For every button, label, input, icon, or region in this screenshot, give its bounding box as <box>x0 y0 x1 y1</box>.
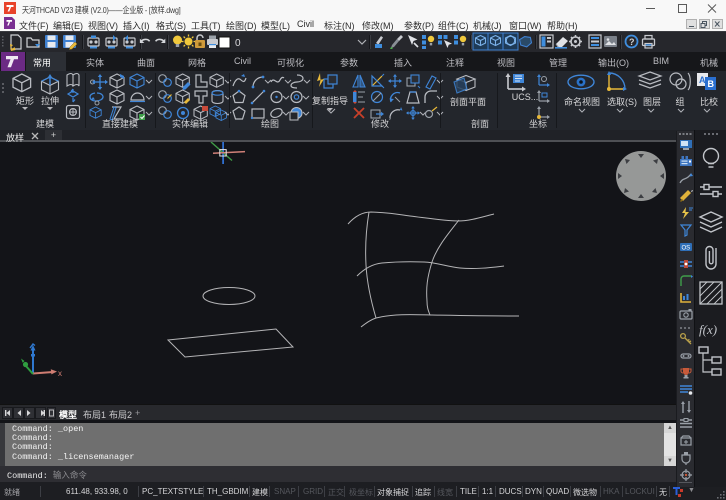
svg-text:OS: OS <box>682 246 691 252</box>
svg-text:x: x <box>58 369 62 378</box>
svg-text:A: A <box>699 75 706 85</box>
svg-text:?: ? <box>629 37 635 47</box>
svg-text:B: B <box>708 79 715 89</box>
svg-text:f(x): f(x) <box>699 322 717 337</box>
svg-text:0: 0 <box>235 38 241 49</box>
